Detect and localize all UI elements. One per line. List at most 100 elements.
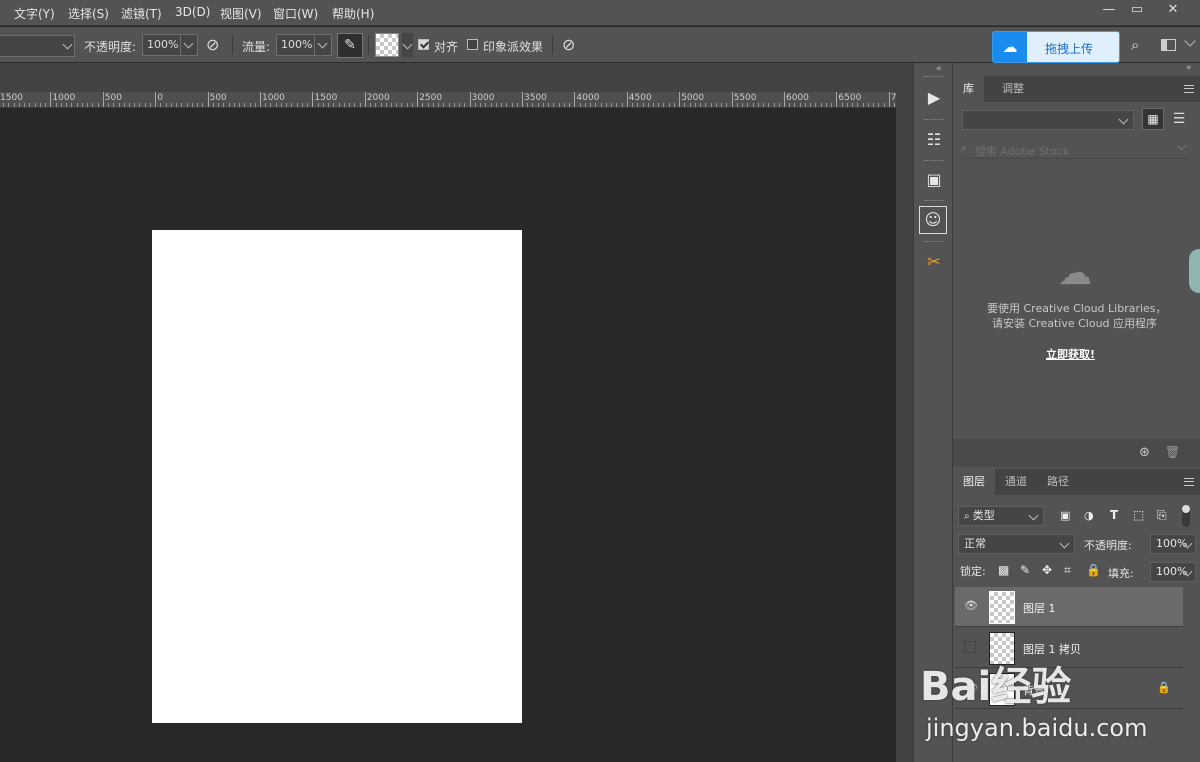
ruler-minor-tick (118, 103, 120, 107)
ruler-minor-tick (611, 103, 613, 107)
search-icon[interactable]: ⌕ (1131, 36, 1139, 54)
separator (368, 35, 369, 55)
ruler-minor-tick (653, 103, 654, 107)
lock-artboard-icon[interactable]: ⌗ (1064, 563, 1071, 578)
close-button[interactable]: ✕ (1158, 0, 1188, 20)
menu-help[interactable]: 帮助(H) (332, 5, 374, 22)
ruler-major-tick (626, 92, 628, 107)
align-checkbox[interactable] (418, 39, 429, 50)
workspace-icon[interactable] (1161, 39, 1176, 51)
ruler-minor-tick (804, 103, 806, 107)
library-select[interactable] (962, 110, 1134, 130)
tab-layers[interactable]: 图层 (953, 469, 995, 495)
ruler-minor-tick (411, 103, 413, 107)
ruler-major-tick (574, 92, 576, 107)
lock-label: 锁定: (960, 565, 986, 578)
impressionist-label: 印象派效果 (483, 40, 544, 54)
ruler-minor-tick (673, 103, 675, 107)
visibility-off-box[interactable] (964, 641, 976, 653)
drag-upload-button[interactable]: ☁ 拖拽上传 (992, 31, 1120, 63)
menu-type[interactable]: 文字(Y) (14, 5, 55, 22)
ruler-minor-tick (139, 103, 141, 107)
lock-transparency-icon[interactable]: ▩ (998, 563, 1009, 577)
ruler-minor-tick (87, 103, 89, 107)
adjustment-filter-icon[interactable]: ◑ (1084, 509, 1094, 522)
ruler-minor-tick (705, 103, 707, 107)
ruler-minor-tick (123, 103, 125, 107)
tab-channels[interactable]: 通道 (995, 469, 1037, 495)
pressure-opacity-icon[interactable]: ⊘ (206, 35, 226, 55)
layer-opacity-input[interactable]: 100% (1150, 534, 1196, 554)
adjustments-icon[interactable]: ☷ (919, 125, 949, 155)
lock-image-icon[interactable]: ✎ (1020, 563, 1030, 577)
flow-dropdown[interactable] (314, 34, 332, 56)
trash-icon[interactable]: 🗑 (1165, 445, 1180, 459)
ruler-minor-tick (878, 103, 880, 107)
layers-menu-icon[interactable] (1184, 478, 1194, 486)
layer-row-1[interactable]: 👁 图层 1 (955, 587, 1183, 627)
search-icon: ⌕ (964, 511, 973, 522)
stock-search-field[interactable]: ⌕ 搜索 Adobe Stock (961, 139, 1189, 159)
ruler-minor-tick (763, 103, 765, 107)
collapse-panels-icon[interactable]: » (1186, 63, 1192, 73)
tab-paths[interactable]: 路径 (1037, 469, 1079, 495)
lock-position-icon[interactable]: ✥ (1042, 563, 1052, 577)
brush-preset-picker[interactable] (0, 35, 75, 57)
tab-adjustments[interactable]: 调整 (992, 76, 1034, 102)
smart-object-filter-icon[interactable]: ⎘ (1157, 508, 1167, 523)
ruler-minor-tick (480, 103, 482, 107)
lock-all-icon[interactable]: 🔒 (1086, 563, 1101, 577)
airbrush-icon[interactable]: ✎ (337, 33, 363, 58)
impressionist-checkbox[interactable] (467, 39, 478, 50)
vertical-scrollbar[interactable] (896, 92, 913, 762)
ruler-major-tick (522, 92, 523, 107)
menu-filter[interactable]: 滤镜(T) (121, 5, 162, 22)
ruler-minor-tick (254, 103, 256, 107)
ruler-minor-tick (490, 103, 492, 107)
menu-3d[interactable]: 3D(D) (175, 5, 210, 19)
ruler-minor-tick (532, 103, 534, 107)
play-actions-icon[interactable]: ▶ (919, 83, 949, 113)
library-footer: ⊛ 🗑 (953, 439, 1200, 467)
opacity-dropdown[interactable] (180, 34, 198, 56)
lock-icon: 🔒 (1157, 681, 1171, 694)
ruler-label: 1500 (0, 93, 23, 103)
layer-filter-select[interactable]: ⌕ 类型 (958, 506, 1044, 526)
restore-button[interactable]: ▭ (1122, 0, 1152, 20)
person-frame-icon[interactable]: ☺ (919, 206, 947, 234)
workspace-chevron-icon[interactable] (1184, 35, 1196, 47)
pattern-dropdown[interactable] (402, 33, 413, 57)
document-canvas[interactable] (152, 230, 522, 723)
ruler-minor-tick (621, 103, 623, 107)
ruler-minor-tick (432, 103, 434, 107)
menu-select[interactable]: 选择(S) (68, 5, 109, 22)
minimize-button[interactable]: — (1094, 0, 1124, 20)
collapse-dock-icon[interactable]: « (936, 64, 942, 74)
ruler-minor-tick (233, 103, 235, 107)
pixel-filter-icon[interactable]: ▣ (1060, 509, 1070, 522)
tab-library[interactable]: 库 (953, 76, 984, 102)
ruler-minor-tick (563, 103, 565, 107)
list-view-icon[interactable]: ☰ (1169, 108, 1189, 130)
ruler-minor-tick (453, 103, 455, 107)
get-now-link[interactable]: 立即获取! (1046, 346, 1095, 362)
brushes-icon[interactable]: ✂ (919, 247, 949, 277)
grid-view-icon[interactable]: ▦ (1142, 108, 1164, 130)
filter-toggle[interactable] (1182, 505, 1190, 527)
ruler-major-tick (102, 92, 104, 107)
side-float-handle[interactable] (1189, 249, 1200, 293)
shape-filter-icon[interactable]: ⬚ (1133, 508, 1144, 522)
cc-sync-icon[interactable]: ⊛ (1139, 445, 1150, 460)
library-menu-icon[interactable] (1184, 85, 1194, 93)
menu-window[interactable]: 窗口(W) (273, 5, 318, 22)
horizontal-ruler[interactable]: 1500 1000 500 0 500 1000 1500 2000 2500 3000 3500 4… (0, 92, 898, 108)
pattern-picker[interactable] (375, 33, 399, 57)
menu-view[interactable]: 视图(V) (220, 5, 262, 22)
visibility-eye-icon[interactable]: 👁 (964, 600, 978, 611)
pressure-size-icon[interactable]: ⊘ (562, 35, 582, 55)
fill-input[interactable]: 100% (1150, 562, 1196, 582)
image-library-icon[interactable]: ▣ (919, 165, 949, 195)
blend-mode-select[interactable]: 正常 (958, 534, 1075, 554)
type-filter-icon[interactable]: T (1110, 508, 1118, 522)
ruler-minor-tick (422, 103, 424, 107)
